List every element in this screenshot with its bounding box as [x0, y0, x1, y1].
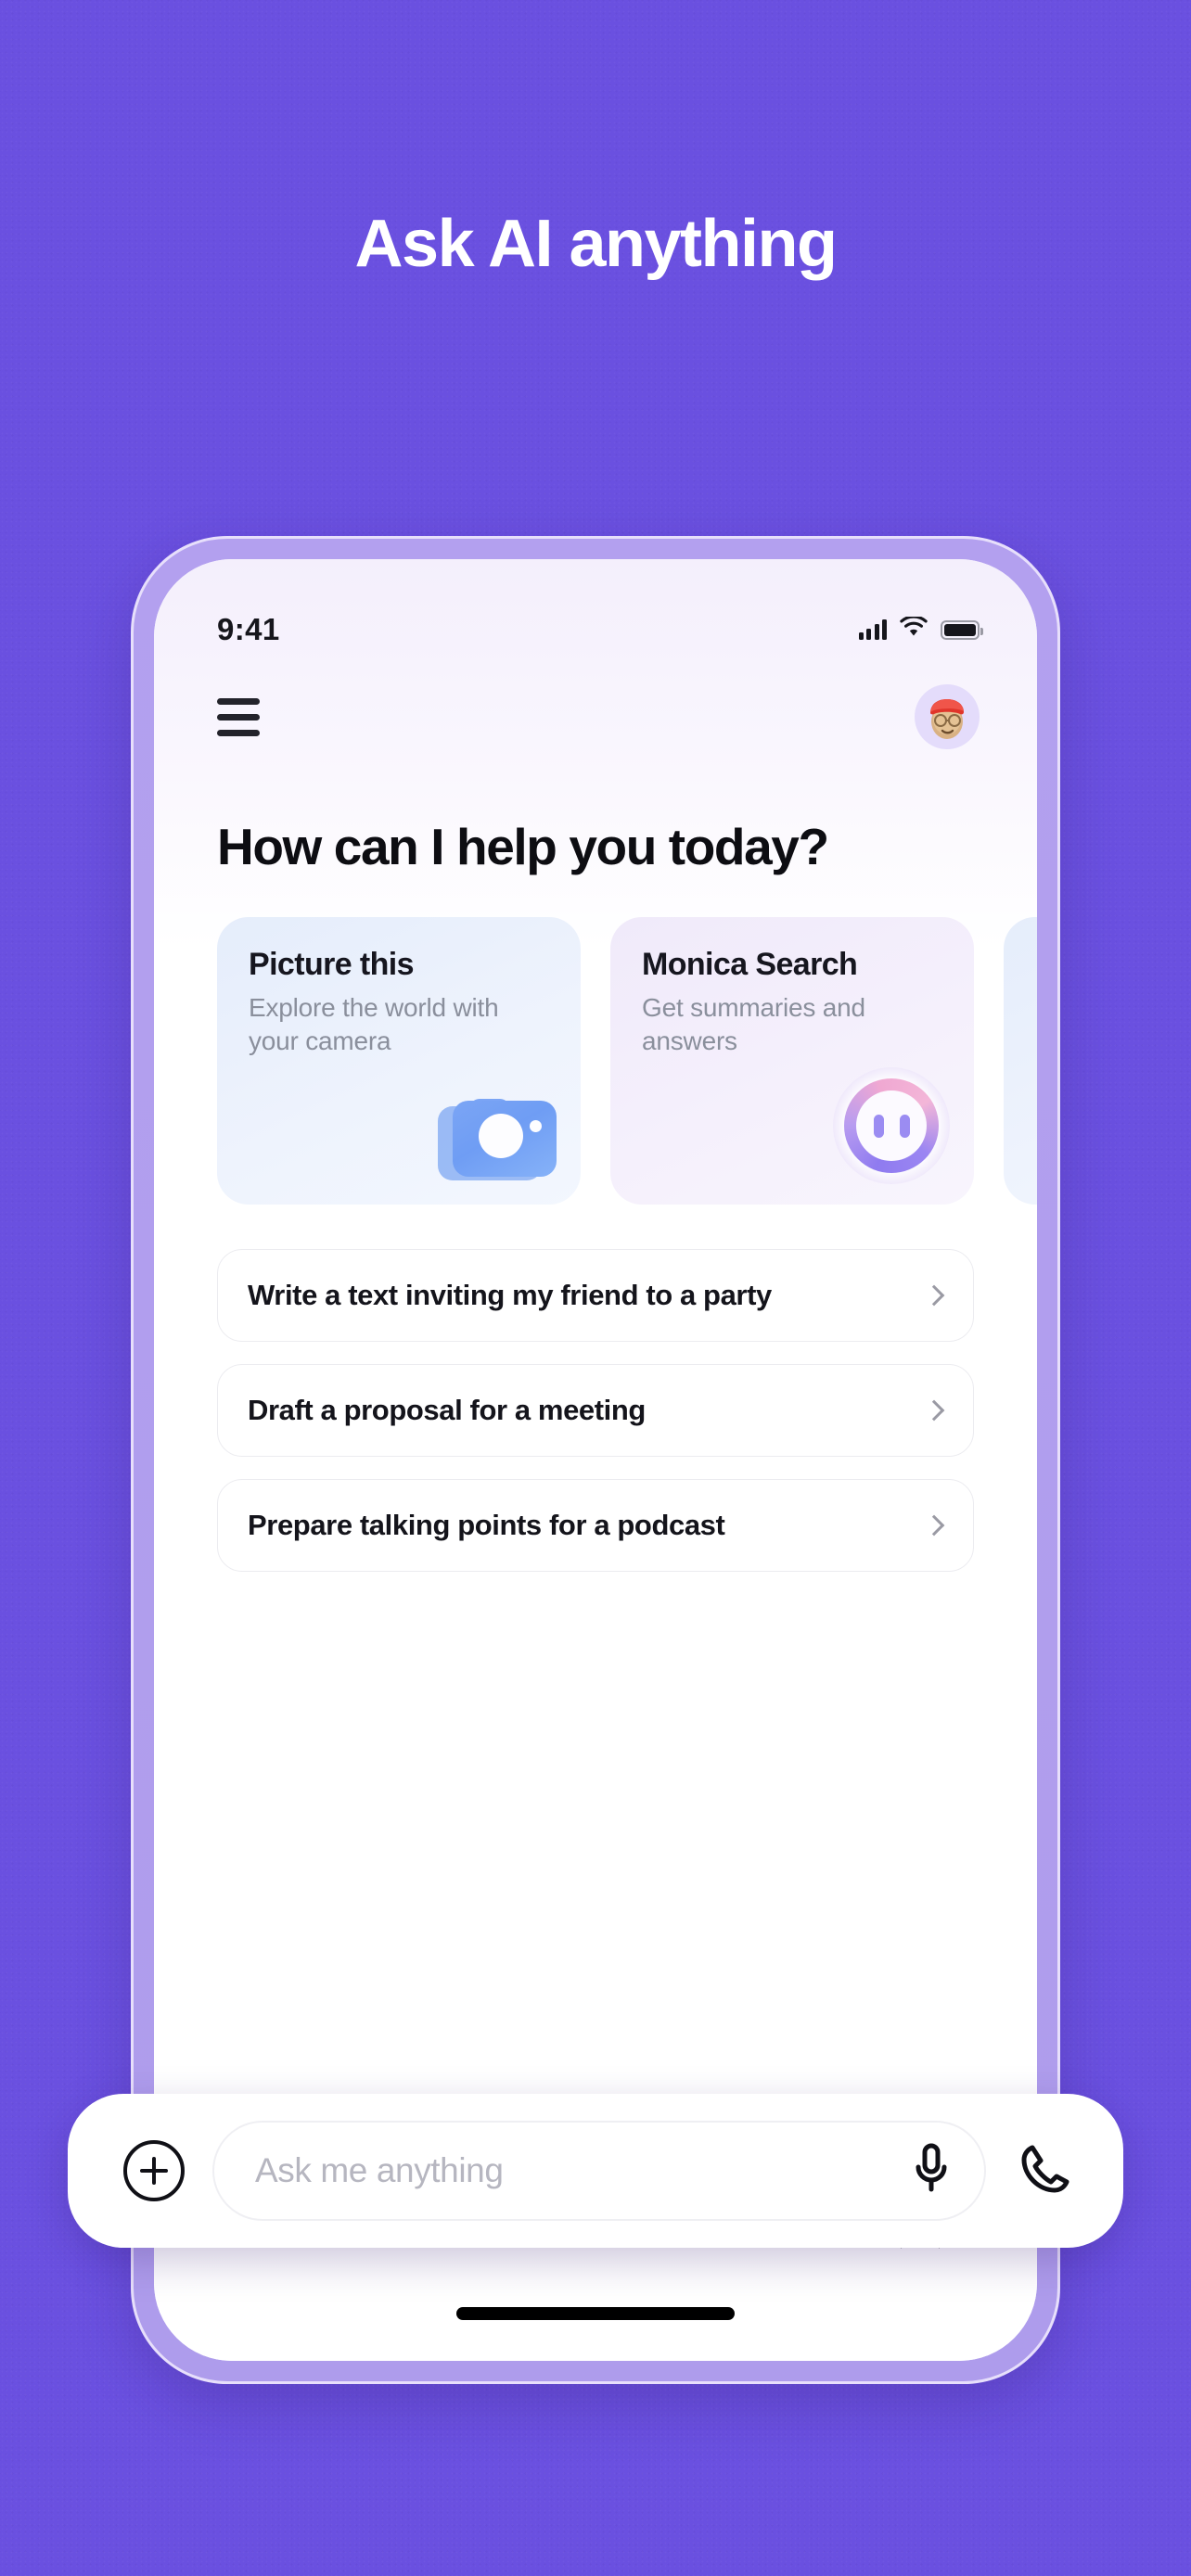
suggestion-label: Prepare talking points for a podcast	[248, 1509, 725, 1541]
hamburger-menu-icon[interactable]	[217, 697, 260, 736]
composer-input-wrapper[interactable]	[212, 2121, 986, 2221]
user-avatar-memoji[interactable]	[915, 684, 980, 749]
feature-card-monica-search[interactable]: Monica Search Get summaries and answers	[610, 917, 974, 1205]
suggestion-label: Write a text inviting my friend to a par…	[248, 1279, 772, 1311]
feature-card-subtitle: Explore the world with your camera	[249, 993, 499, 1055]
microphone-icon[interactable]	[910, 2140, 953, 2202]
battery-full-icon	[941, 619, 983, 640]
chevron-right-icon	[923, 1284, 945, 1307]
chevron-right-icon	[923, 1399, 945, 1422]
feature-card-subtitle: Get summaries and answers	[642, 993, 865, 1055]
wifi-icon	[900, 615, 928, 643]
page-headline: Ask AI anything	[354, 207, 838, 281]
phone-screen: 9:41 How can I help you today? Picture t…	[154, 559, 1037, 2361]
message-composer-bar	[68, 2094, 1123, 2248]
phone-call-icon[interactable]	[1014, 2140, 1071, 2202]
feature-card-picture-this[interactable]: Picture this Explore the world with your…	[217, 917, 581, 1205]
feature-card-next-peek[interactable]	[1004, 917, 1037, 1205]
app-bar	[154, 669, 1037, 765]
chevron-right-icon	[923, 1514, 945, 1537]
list-item[interactable]: Draft a proposal for a meeting	[217, 1364, 974, 1457]
camera-icon	[438, 1084, 557, 1184]
monica-face-icon	[833, 1067, 950, 1184]
feature-card-title: Picture this	[249, 947, 415, 982]
search-input[interactable]	[255, 2151, 800, 2190]
list-item[interactable]: Prepare talking points for a podcast	[217, 1479, 974, 1572]
status-bar: 9:41	[154, 559, 1037, 669]
page-title: How can I help you today?	[217, 818, 829, 875]
suggestion-list: Write a text inviting my friend to a par…	[154, 1249, 1037, 1572]
plus-circle-icon[interactable]	[123, 2140, 185, 2201]
status-bar-icons	[858, 615, 983, 643]
signal-bars-icon	[858, 619, 887, 640]
list-item[interactable]: Write a text inviting my friend to a par…	[217, 1249, 974, 1342]
home-indicator	[154, 2296, 1037, 2361]
feature-card-title: Monica Search	[642, 947, 858, 982]
status-bar-time: 9:41	[217, 612, 280, 646]
feature-card-carousel[interactable]: Picture this Explore the world with your…	[154, 917, 1037, 1205]
suggestion-label: Draft a proposal for a meeting	[248, 1394, 646, 1426]
content-spacer	[154, 1572, 1037, 2148]
